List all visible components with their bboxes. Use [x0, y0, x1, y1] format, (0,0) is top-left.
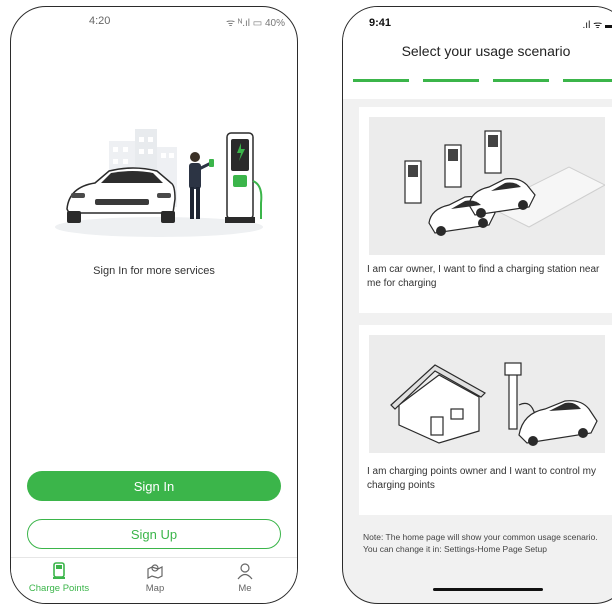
map-icon [147, 564, 163, 579]
tab-label: Me [238, 583, 252, 594]
status-indicators: ᯤ ᴺ.ıl ▭ 40% [225, 18, 285, 29]
step-progress [343, 79, 612, 83]
scenario-option-charger-owner[interactable]: I am charging points owner and I want to… [359, 325, 612, 515]
scenario-option-car-owner[interactable]: I am car owner, I want to find a chargin… [359, 107, 612, 313]
ev-charging-illustration [55, 129, 263, 237]
progress-segment [353, 79, 409, 82]
tab-label: Map [145, 583, 165, 594]
progress-segment [563, 79, 612, 82]
bottom-tab-bar: Charge Points Map Me [11, 557, 297, 603]
tab-map[interactable]: Map [115, 562, 195, 594]
status-bar: 4:20 ᯤ ᴺ.ıl ▭ 40% [11, 15, 297, 33]
user-icon [237, 563, 253, 580]
page-title: Select your usage scenario [401, 43, 571, 59]
charger-icon [53, 562, 65, 579]
scenario-header: 9:41 .ıl ᯤ ▬ Select your usage scenario [343, 7, 612, 99]
usage-note: Note: The home page will show your commo… [363, 532, 598, 554]
progress-segment [493, 79, 549, 82]
progress-segment [423, 79, 479, 82]
option-description: I am car owner, I want to find a chargin… [367, 264, 600, 289]
phone-screen-sign-in: 4:20 ᯤ ᴺ.ıl ▭ 40% Sign In for more servi… [10, 6, 298, 604]
tab-label: Charge Points [28, 583, 90, 594]
status-time: 9:41 [369, 17, 392, 29]
status-bar: 9:41 .ıl ᯤ ▬ [343, 17, 612, 33]
status-indicators: .ıl ᯤ ▬ [582, 20, 612, 31]
home-charger-illustration [369, 335, 605, 453]
sign-in-button[interactable]: Sign In [27, 471, 281, 501]
status-time: 4:20 [89, 15, 111, 27]
home-indicator[interactable] [433, 588, 543, 591]
tab-charge-points[interactable]: Charge Points [19, 562, 99, 594]
phone-screen-scenario: 9:41 .ıl ᯤ ▬ Select your usage scenario [342, 6, 612, 604]
tab-me[interactable]: Me [205, 562, 285, 594]
sign-in-prompt: Sign In for more services [93, 265, 215, 277]
sign-up-button[interactable]: Sign Up [27, 519, 281, 549]
option-description: I am charging points owner and I want to… [367, 466, 597, 491]
charging-station-illustration [369, 117, 605, 255]
